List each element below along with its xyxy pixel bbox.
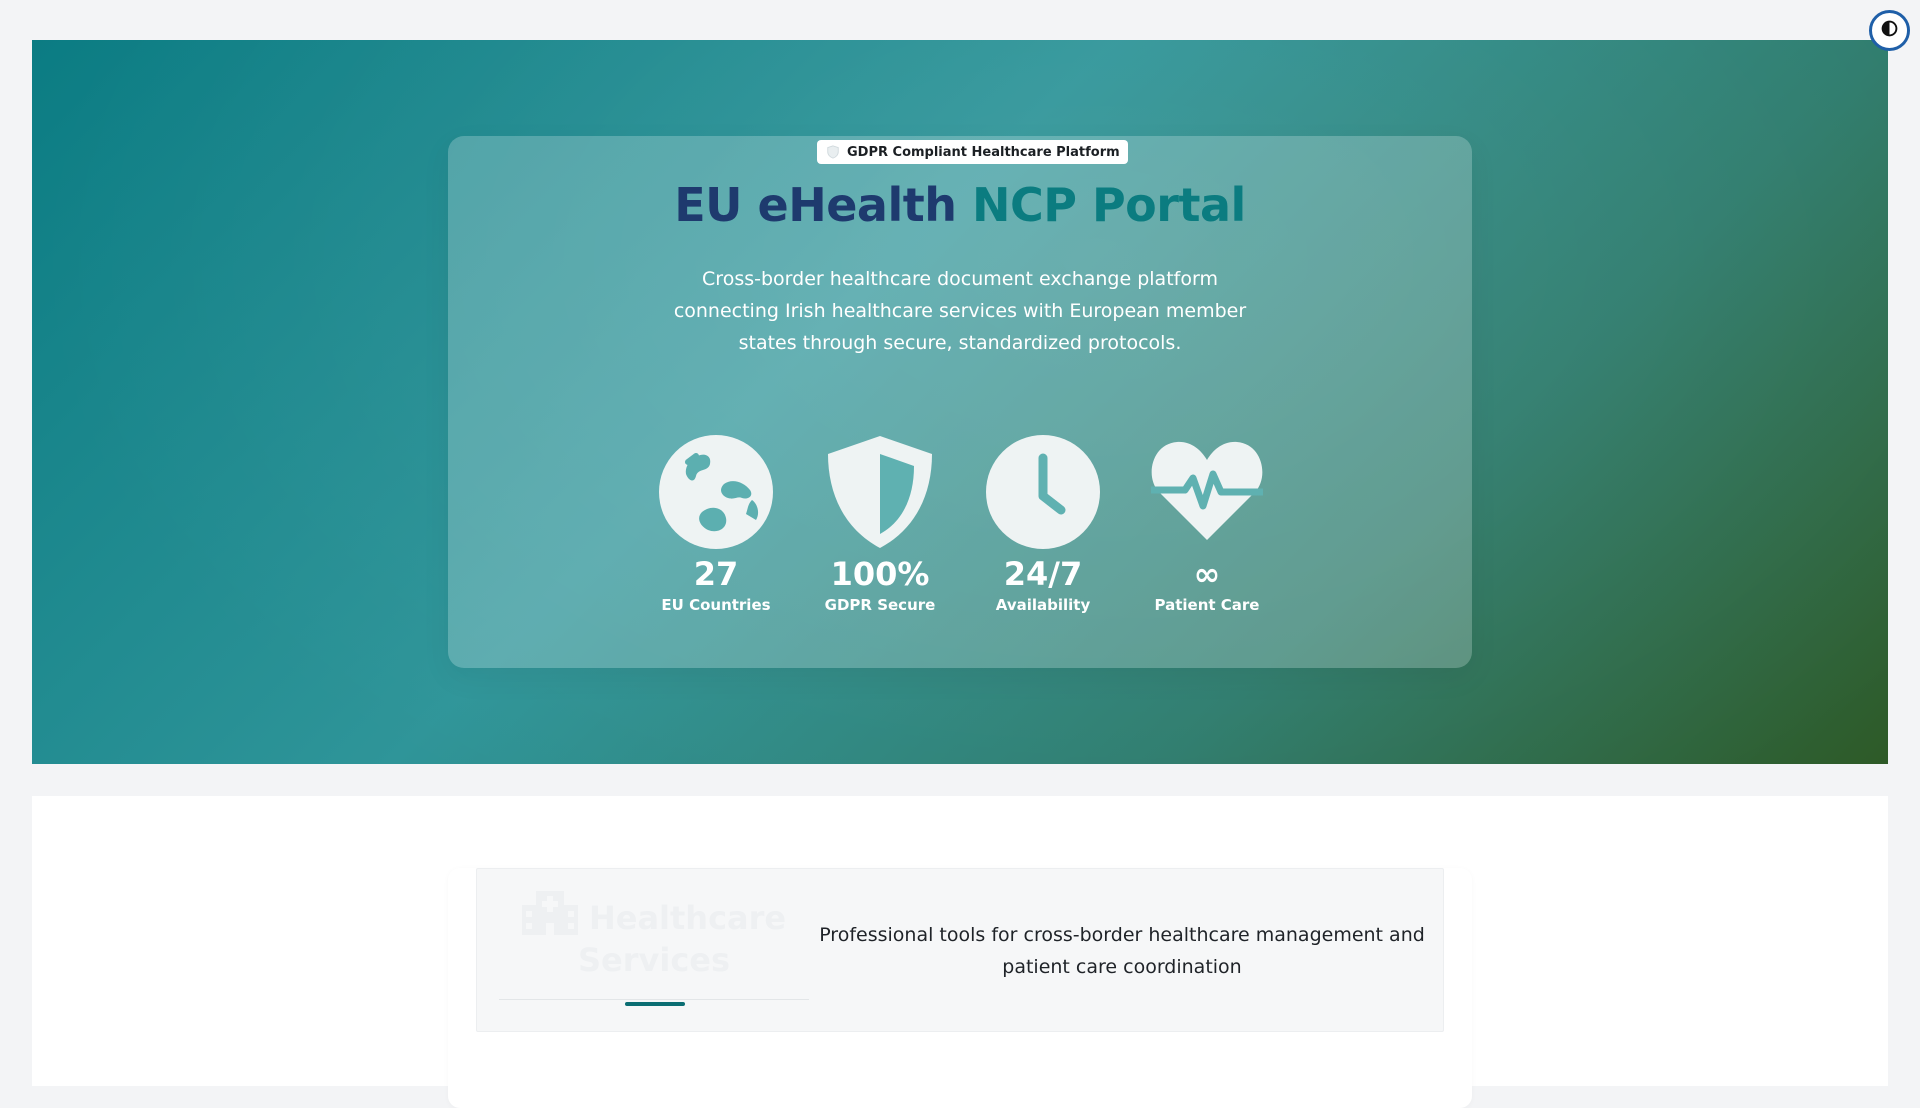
contrast-icon — [1881, 20, 1898, 41]
services-title: Healthcare Services — [577, 899, 787, 979]
stat-value: 100% — [830, 555, 930, 593]
clock-icon — [986, 435, 1100, 549]
globe-icon — [659, 435, 773, 549]
badge-label: GDPR Compliant Healthcare Platform — [847, 144, 1120, 160]
title-part-1: EU eHealth — [674, 178, 957, 232]
stat-label: GDPR Secure — [824, 596, 936, 614]
stats-row: 27 EU Countries 100% GDPR Secure 24/7 Av… — [448, 434, 1472, 624]
stat-gdpr-secure: 100% GDPR Secure — [800, 434, 960, 614]
hospital-icon — [521, 891, 578, 939]
stat-label: Patient Care — [1154, 596, 1260, 614]
shield-icon — [828, 436, 932, 548]
stat-eu-countries: 27 EU Countries — [636, 434, 796, 614]
shield-check-icon — [825, 144, 841, 160]
services-card: Healthcare Services Professional tools f… — [448, 868, 1472, 1108]
services-heading: Healthcare Services — [499, 891, 809, 999]
services-description: Professional tools for cross-border heal… — [819, 924, 1425, 978]
hero-description: Cross-border healthcare document exchang… — [673, 268, 1247, 354]
services-panel: Healthcare Services Professional tools f… — [32, 796, 1888, 1108]
stat-patient-care: ∞ Patient Care — [1127, 434, 1287, 614]
stat-value: 27 — [693, 555, 739, 593]
heart-pulse-icon — [1151, 441, 1263, 540]
stat-label: Availability — [995, 596, 1091, 614]
hero-card: GDPR Compliant Healthcare Platform EU eH… — [448, 136, 1472, 668]
services-header-box: Healthcare Services Professional tools f… — [476, 868, 1444, 1032]
page-title: EU eHealth NCP Portal — [448, 178, 1472, 232]
stat-value: 24/7 — [1003, 555, 1083, 593]
title-part-2: NCP Portal — [971, 178, 1246, 232]
stat-label: EU Countries — [661, 596, 771, 614]
theme-toggle-button[interactable] — [1869, 10, 1910, 51]
stat-value: ∞ — [1193, 555, 1221, 593]
gdpr-badge: GDPR Compliant Healthcare Platform — [817, 140, 1128, 164]
hero-section: GDPR Compliant Healthcare Platform EU eH… — [32, 40, 1888, 764]
services-accent-bar — [625, 1002, 685, 1006]
services-divider — [499, 999, 809, 1000]
stat-availability: 24/7 Availability — [963, 434, 1123, 614]
